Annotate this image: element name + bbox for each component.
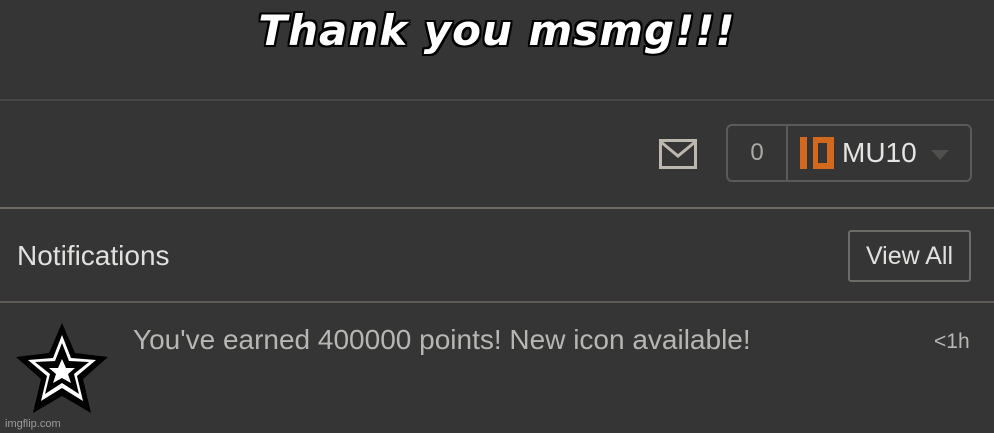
star-icon bbox=[16, 323, 108, 413]
view-all-button[interactable]: View All bbox=[848, 230, 971, 282]
notifications-divider bbox=[0, 301, 994, 303]
notifications-title: Notifications bbox=[17, 240, 170, 271]
header-top-divider bbox=[0, 99, 994, 101]
username: MU10 bbox=[842, 137, 917, 168]
notification-message[interactable]: You've earned 400000 points! New icon av… bbox=[133, 324, 751, 356]
mail-icon[interactable] bbox=[659, 139, 697, 169]
user-dropdown[interactable]: MU10 bbox=[788, 126, 970, 180]
points-count: 0 bbox=[728, 126, 788, 180]
user-logo-icon bbox=[800, 137, 834, 169]
watermark: imgflip.com bbox=[5, 418, 61, 430]
meme-caption: Thank you msmg!!! bbox=[258, 6, 736, 55]
user-menu[interactable]: 0 MU10 bbox=[726, 124, 972, 182]
chevron-down-icon[interactable] bbox=[930, 150, 949, 160]
header-bottom-divider bbox=[0, 207, 994, 209]
notification-time: <1h bbox=[934, 330, 970, 353]
